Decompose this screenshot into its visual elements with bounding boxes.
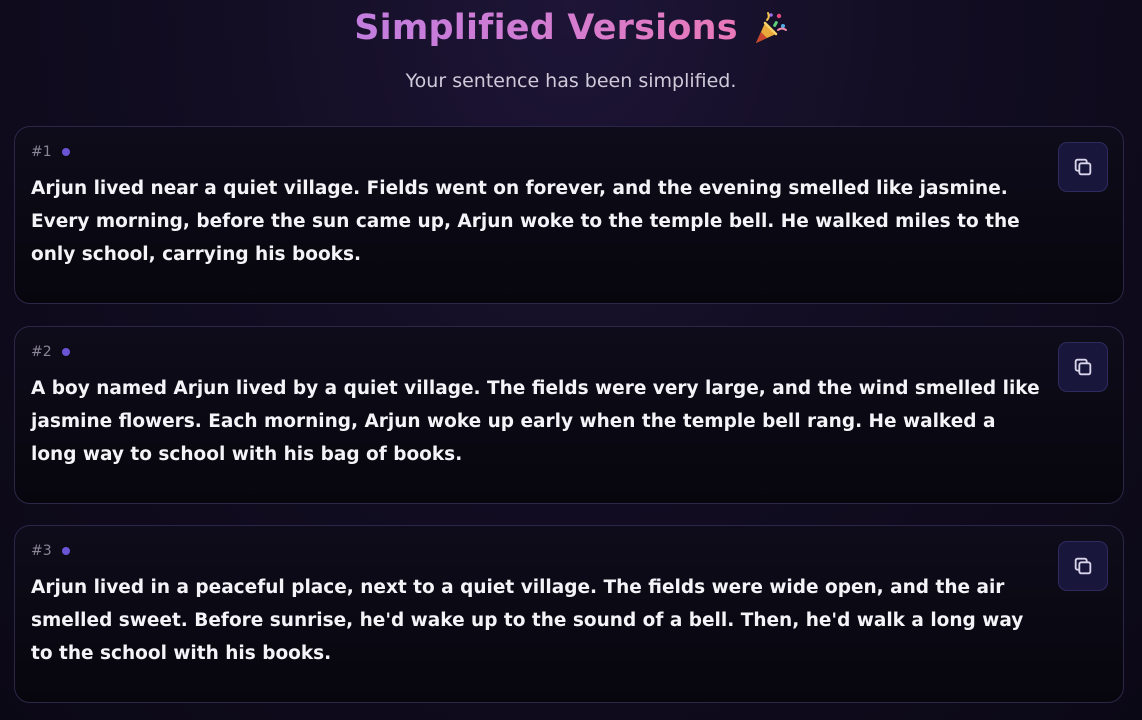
result-text: Arjun lived in a peaceful place, next to… <box>31 577 1024 664</box>
card-index-label: #3 <box>31 543 52 559</box>
card-index-label: #2 <box>31 344 52 360</box>
result-card-2: #2 A boy named Arjun lived by a quiet vi… <box>14 326 1124 504</box>
status-dot <box>61 148 70 156</box>
result-card-3: #3 Arjun lived in a peaceful place, next… <box>14 525 1124 703</box>
page-title: Simplified Versions <box>354 4 738 52</box>
party-popper-icon <box>755 12 787 43</box>
copy-icon <box>1074 557 1092 575</box>
result-text: Arjun lived near a quiet village. Fields… <box>31 178 1020 265</box>
card-index: #3 <box>31 542 70 560</box>
result-text: A boy named Arjun lived by a quiet villa… <box>31 378 1040 465</box>
result-card-1: #1 Arjun lived near a quiet village. Fie… <box>14 126 1124 304</box>
status-dot <box>61 547 70 555</box>
status-dot <box>61 348 70 356</box>
copy-icon <box>1074 158 1092 176</box>
card-index-label: #1 <box>31 144 52 160</box>
title-row: Simplified Versions <box>0 4 1142 52</box>
copy-button[interactable] <box>1058 541 1108 591</box>
page-subtitle: Your sentence has been simplified. <box>405 70 737 92</box>
copy-icon <box>1074 358 1092 376</box>
card-index: #1 <box>31 143 70 161</box>
card-index: #2 <box>31 343 70 361</box>
copy-button[interactable] <box>1058 142 1108 192</box>
copy-button[interactable] <box>1058 342 1108 392</box>
